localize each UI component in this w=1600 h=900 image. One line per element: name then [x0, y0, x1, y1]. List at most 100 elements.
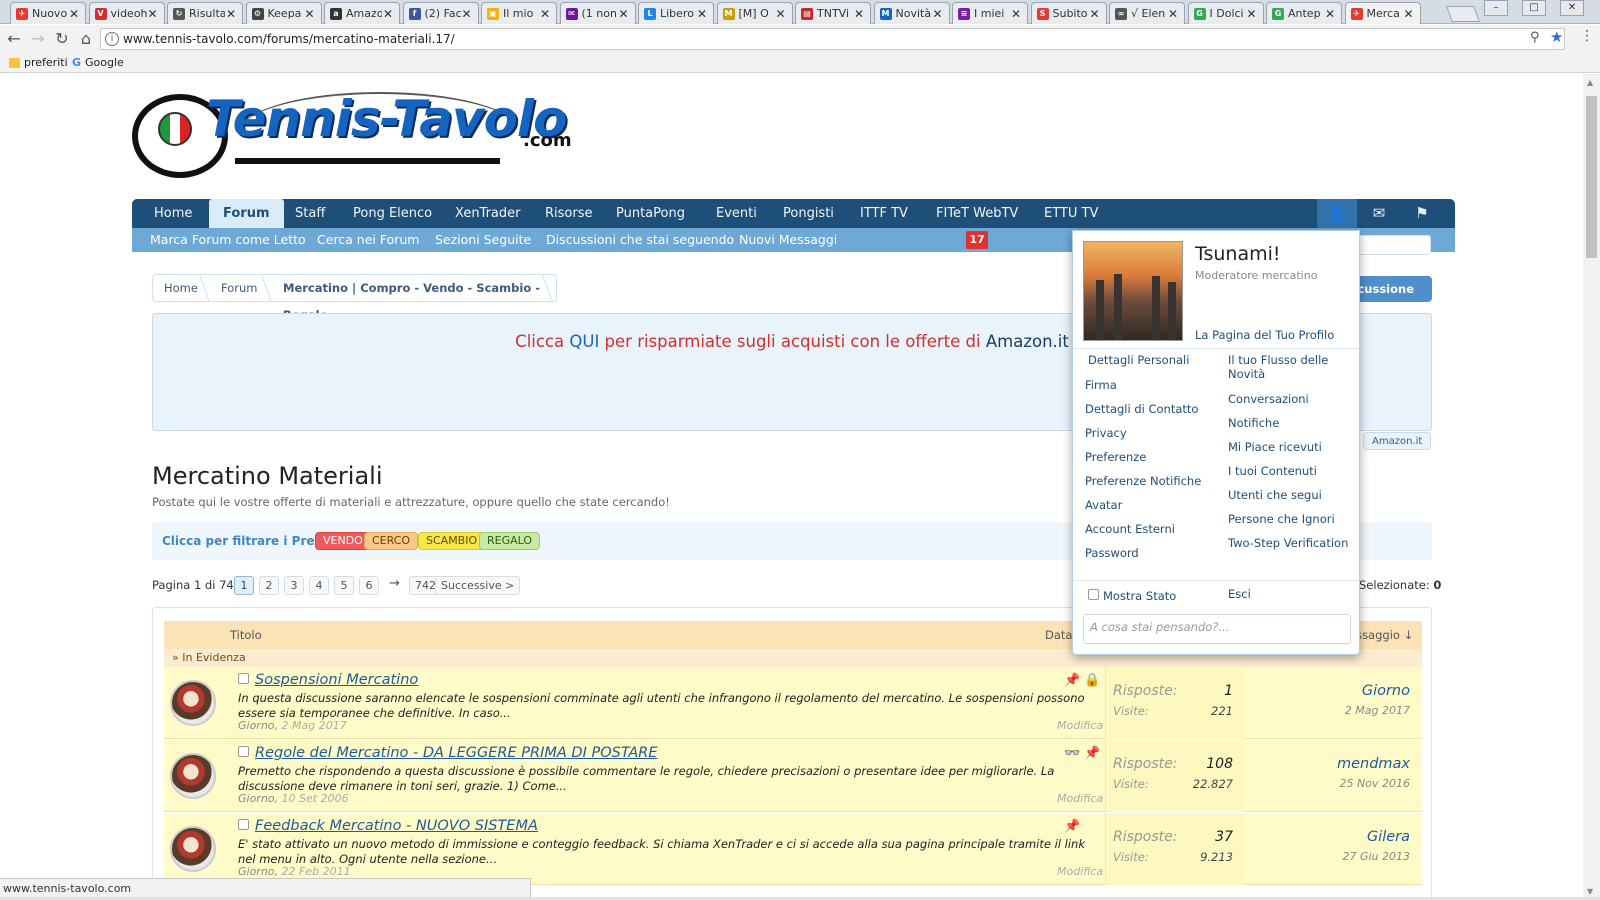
col-title[interactable]: Titolo — [230, 628, 262, 642]
page-link-4[interactable]: 4 — [309, 576, 329, 595]
bookmark-star-icon[interactable]: ★ — [1550, 28, 1563, 46]
account-menu-icon[interactable]: 👤 — [1317, 199, 1357, 228]
tab-close-icon[interactable]: ✕ — [68, 7, 80, 21]
browser-tab[interactable]: f (2) Fac ✕ — [402, 2, 479, 24]
mark-forums-read-link[interactable]: Marca Forum come Letto — [150, 228, 306, 252]
site-logo[interactable]: Tennis-Tavolo .com — [130, 82, 585, 180]
status-update-input[interactable]: A cosa stai pensando?... — [1083, 614, 1351, 644]
browser-tab[interactable]: ▤ TNTVi ✕ — [795, 2, 871, 24]
browser-tab[interactable]: M Novità ✕ — [873, 2, 950, 24]
page-jump-arrow[interactable]: → — [389, 576, 400, 591]
nav-tab-risorse[interactable]: Risorse — [535, 199, 603, 228]
account-link-left[interactable]: Preferenze Notifiche — [1085, 474, 1201, 488]
browser-tab[interactable]: ⚙ Keepa ✕ — [245, 2, 322, 24]
tab-close-icon[interactable]: ✕ — [853, 7, 865, 21]
account-link-left[interactable]: Dettagli di Contatto — [1085, 402, 1198, 416]
thread-author[interactable]: Giorno — [238, 792, 275, 805]
thread-edit-link[interactable]: Modifica — [1057, 865, 1103, 878]
scroll-down-icon[interactable]: ▼ — [1587, 887, 1593, 896]
browser-tab[interactable]: ↻ Risulta ✕ — [167, 2, 243, 24]
browser-tab[interactable]: ✈ Nuovo ✕ — [10, 2, 86, 24]
account-link-left[interactable]: Avatar — [1085, 498, 1122, 512]
next-page-button[interactable]: Successive > — [435, 576, 521, 595]
nav-tab-eventi[interactable]: Eventi — [706, 199, 767, 228]
account-link-left[interactable]: Password — [1085, 546, 1139, 560]
tab-close-icon[interactable]: ✕ — [1403, 7, 1415, 21]
last-post-user[interactable]: mendmax — [1337, 756, 1410, 772]
thread-select-checkbox[interactable] — [238, 746, 249, 757]
thread-starter-avatar[interactable] — [170, 826, 216, 872]
nav-tab-pongisti[interactable]: Pongisti — [773, 199, 844, 228]
amazon-ad-button[interactable]: Amazon.it — [1363, 432, 1432, 450]
page-link-6[interactable]: 6 — [359, 576, 379, 595]
bookmark-google[interactable]: G Google — [72, 56, 124, 69]
alerts-flag-icon[interactable]: ⚑ — [1402, 199, 1442, 228]
maximize-button[interactable]: □ — [1522, 0, 1546, 16]
profile-page-link[interactable]: La Pagina del Tuo Profilo — [1195, 328, 1334, 342]
last-post-date[interactable]: 2 Mag 2017 — [1345, 704, 1410, 717]
thread-author[interactable]: Giorno — [238, 719, 275, 732]
nav-tab-xentrader[interactable]: XenTrader — [445, 199, 531, 228]
search-forums-link[interactable]: Cerca nei Forum — [317, 228, 419, 252]
account-link-left[interactable]: Firma — [1085, 378, 1117, 392]
page-link-1[interactable]: 1 — [234, 576, 254, 595]
browser-tab[interactable]: a Amazo ✕ — [324, 2, 400, 24]
prefix-cerco[interactable]: CERCO — [364, 532, 419, 550]
page-link-2[interactable]: 2 — [259, 576, 279, 595]
thread-author[interactable]: Giorno — [238, 865, 275, 878]
nav-tab-puntapong[interactable]: PuntaPong — [606, 199, 695, 228]
nav-tab-forum[interactable]: Forum — [209, 199, 284, 230]
page-scrollbar[interactable]: ▲ ▼ — [1583, 74, 1600, 900]
browser-tab[interactable]: ∞ √ Elen ✕ — [1109, 2, 1185, 24]
browser-tab[interactable]: Vvideoh ✕ — [88, 2, 165, 24]
tab-close-icon[interactable]: ✕ — [1167, 7, 1179, 21]
nav-tab-ittf-tv[interactable]: ITTF TV — [850, 199, 918, 228]
thread-row[interactable]: Feedback Mercatino - NUOVO SISTEMA E' sta… — [164, 813, 1422, 885]
thread-row[interactable]: Sospensioni Mercatino In questa discussio… — [164, 667, 1422, 739]
account-link-left[interactable]: Dettagli Personali — [1088, 353, 1189, 367]
thread-edit-link[interactable]: Modifica — [1057, 792, 1103, 805]
nav-tab-home[interactable]: Home — [144, 199, 202, 228]
tab-close-icon[interactable]: ✕ — [618, 7, 630, 21]
browser-tab[interactable]: L Libero ✕ — [638, 2, 714, 24]
account-link-right[interactable]: Two-Step Verification — [1228, 536, 1353, 550]
back-icon[interactable]: ← — [4, 29, 24, 49]
tab-close-icon[interactable]: ✕ — [147, 7, 159, 21]
tab-close-icon[interactable]: ✕ — [304, 7, 316, 21]
nav-tab-staff[interactable]: Staff — [285, 199, 335, 228]
thread-row[interactable]: Regole del Mercatino - DA LEGGERE PRIMA … — [164, 740, 1422, 812]
username[interactable]: Tsunami! — [1195, 243, 1281, 265]
prefix-scambio[interactable]: SCAMBIO — [418, 532, 486, 550]
account-link-right[interactable]: Utenti che segui — [1228, 488, 1353, 502]
logout-link[interactable]: Esci — [1228, 587, 1251, 601]
tab-close-icon[interactable]: ✕ — [539, 7, 551, 21]
tab-close-icon[interactable]: ✕ — [775, 7, 787, 21]
page-link-3[interactable]: 3 — [284, 576, 304, 595]
show-status-checkbox[interactable] — [1088, 589, 1099, 600]
browser-tab[interactable]: GI Dolci ✕ — [1187, 2, 1264, 24]
info-icon[interactable]: i — [105, 32, 119, 46]
prefix-regalo[interactable]: REGALO — [479, 532, 541, 550]
zoom-icon[interactable]: ⚲ — [1530, 30, 1540, 45]
minimize-button[interactable]: – — [1484, 0, 1508, 16]
tab-close-icon[interactable]: ✕ — [1010, 7, 1022, 21]
account-link-left[interactable]: Privacy — [1085, 426, 1127, 440]
last-post-date[interactable]: 25 Nov 2016 — [1340, 777, 1410, 790]
nav-tab-ettu-tv[interactable]: ETTU TV — [1034, 199, 1108, 228]
browser-tab[interactable]: ≡ I miei ✕ — [952, 2, 1028, 24]
tab-close-icon[interactable]: ✕ — [461, 7, 473, 21]
close-window-button[interactable]: ✕ — [1560, 0, 1584, 16]
reload-icon[interactable]: ↻ — [52, 29, 72, 49]
account-link-left[interactable]: Account Esterni — [1085, 522, 1175, 536]
forward-icon[interactable]: → — [28, 29, 48, 49]
last-post-user[interactable]: Gilera — [1367, 829, 1410, 845]
scroll-up-icon[interactable]: ▲ — [1587, 78, 1593, 87]
thread-select-checkbox[interactable] — [238, 673, 249, 684]
thread-starter-avatar[interactable] — [170, 753, 216, 799]
tab-close-icon[interactable]: ✕ — [696, 7, 708, 21]
tab-close-icon[interactable]: ✕ — [1324, 7, 1336, 21]
thread-title[interactable]: Regole del Mercatino - DA LEGGERE PRIMA … — [255, 745, 658, 761]
account-link-left[interactable]: Preferenze — [1085, 450, 1146, 464]
tab-close-icon[interactable]: ✕ — [1089, 7, 1101, 21]
thread-select-checkbox[interactable] — [238, 819, 249, 830]
